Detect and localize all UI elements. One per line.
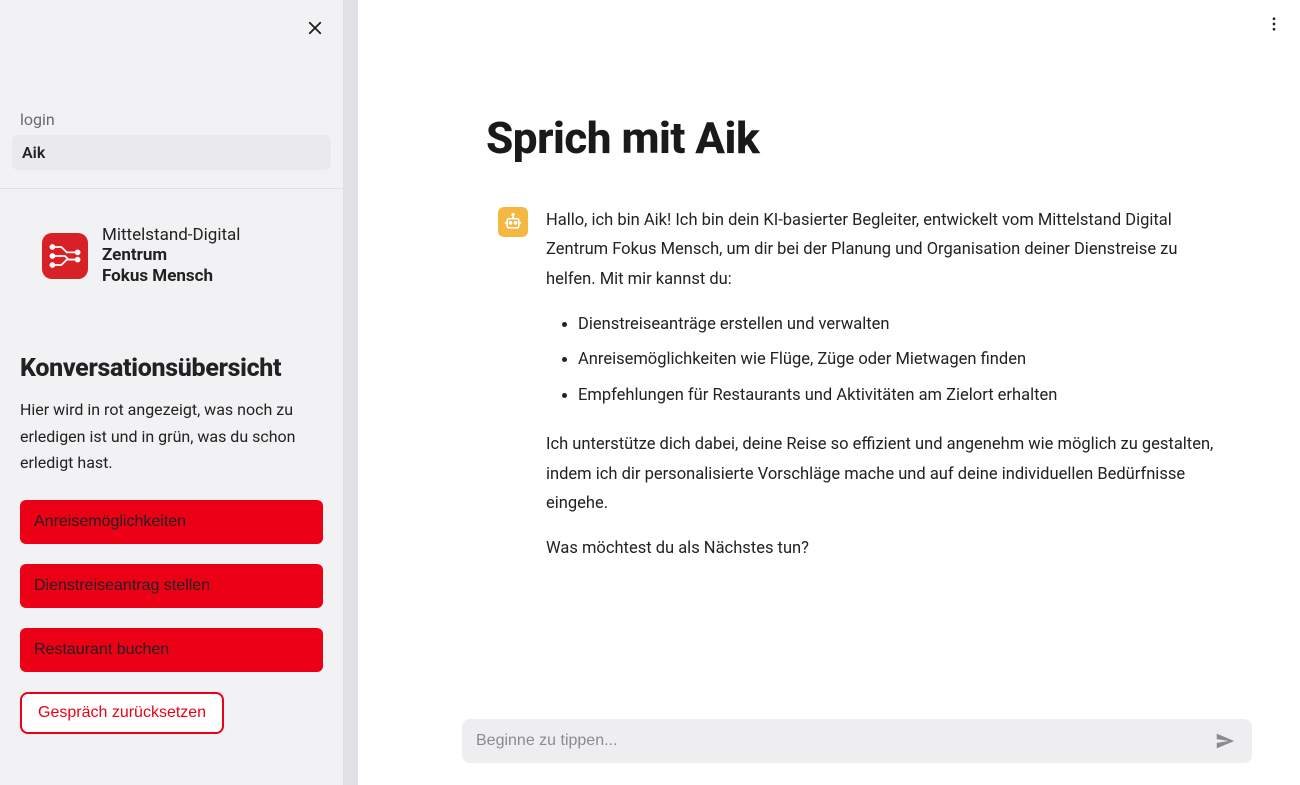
circuit-icon — [47, 238, 83, 274]
assistant-message: Hallo, ich bin Aik! Ich bin dein KI-basi… — [498, 206, 1228, 580]
message-bullet-list: Dienstreiseanträge erstellen und verwalt… — [546, 310, 1228, 410]
brand-line-2: Zentrum — [102, 245, 240, 265]
assistant-message-body: Hallo, ich bin Aik! Ich bin dein KI-basi… — [546, 206, 1228, 580]
login-label: login — [20, 110, 343, 129]
assistant-avatar — [498, 207, 528, 237]
sidebar-scroll-strip[interactable] — [344, 0, 358, 785]
brand-text: Mittelstand-Digital Zentrum Fokus Mensch — [102, 225, 240, 286]
brand-logo — [42, 233, 88, 279]
send-button[interactable] — [1208, 724, 1242, 758]
close-icon — [306, 19, 324, 37]
page-title: Sprich mit Aik — [486, 112, 1276, 164]
chat-input-wrapper — [462, 719, 1252, 763]
main-content: Sprich mit Aik Hallo, ich bin Aik! Ich b… — [358, 0, 1300, 785]
todo-button-restaurant[interactable]: Restaurant buchen — [20, 628, 323, 672]
chat-input-area — [358, 703, 1300, 785]
send-icon — [1214, 730, 1236, 752]
conversation-title: Konversationsübersicht — [20, 354, 323, 383]
close-sidebar-button[interactable] — [303, 16, 327, 40]
message-bullet: Empfehlungen für Restaurants und Aktivit… — [578, 381, 1228, 410]
sidebar: login Aik Mittelstand-Digital Zentrum Fo… — [0, 0, 344, 785]
message-outro-1: Ich unterstütze dich dabei, deine Reise … — [546, 430, 1228, 518]
brand-line-1: Mittelstand-Digital — [102, 225, 240, 245]
chat-input[interactable] — [476, 732, 1208, 750]
reset-conversation-button[interactable]: Gespräch zurücksetzen — [20, 692, 224, 734]
brand-block: Mittelstand-Digital Zentrum Fokus Mensch — [0, 189, 343, 312]
todo-button-travel-options[interactable]: Anreisemöglichkeiten — [20, 500, 323, 544]
message-intro: Hallo, ich bin Aik! Ich bin dein KI-basi… — [546, 206, 1228, 294]
message-outro-2: Was möchtest du als Nächstes tun? — [546, 534, 1228, 563]
message-bullet: Anreisemöglichkeiten wie Flüge, Züge ode… — [578, 345, 1228, 374]
robot-icon — [503, 212, 523, 232]
conversation-description: Hier wird in rot angezeigt, was noch zu … — [20, 397, 323, 476]
chat-content: Sprich mit Aik Hallo, ich bin Aik! Ich b… — [358, 0, 1300, 703]
message-bullet: Dienstreiseanträge erstellen und verwalt… — [578, 310, 1228, 339]
login-field[interactable]: Aik — [12, 135, 331, 170]
todo-button-trip-request[interactable]: Dienstreiseantrag stellen — [20, 564, 323, 608]
more-menu-button[interactable] — [1262, 12, 1286, 36]
more-vertical-icon — [1265, 15, 1283, 33]
brand-line-3: Fokus Mensch — [102, 266, 240, 286]
